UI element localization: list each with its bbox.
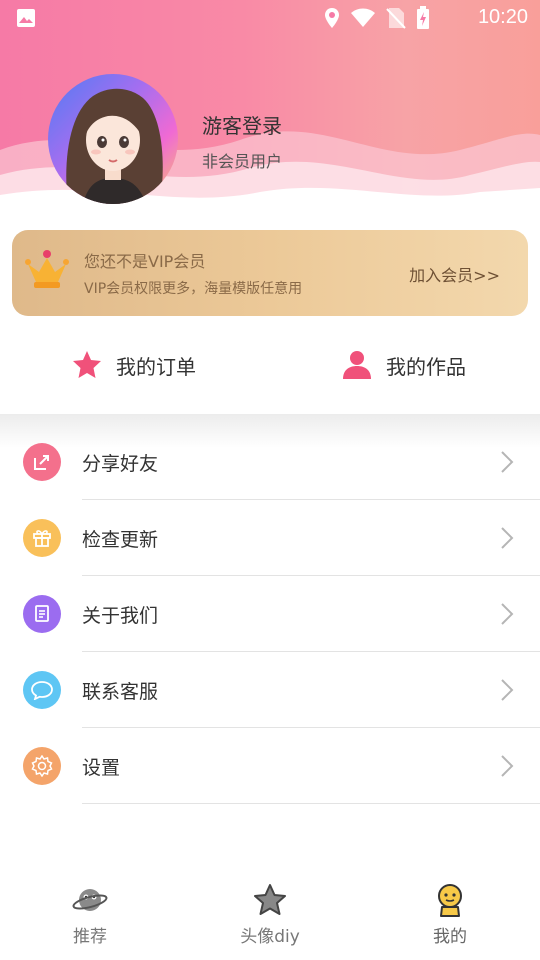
my-orders-label: 我的订单 — [116, 354, 196, 379]
menu-item-check-update[interactable]: 检查更新 — [0, 500, 540, 576]
settings-menu: 分享好友 检查更新 关于我们 联系客服 设置 — [0, 424, 540, 804]
planet-icon — [72, 889, 108, 911]
share-icon — [23, 443, 61, 481]
vip-subtitle: VIP会员权限更多，海量模版任意用 — [84, 281, 303, 297]
tab-mine[interactable]: 我的 — [360, 870, 540, 960]
wifi-icon — [351, 8, 375, 27]
my-orders-button[interactable]: 我的订单 — [72, 350, 196, 380]
gift-icon — [23, 519, 61, 557]
status-icons — [324, 6, 430, 30]
join-vip-button[interactable]: 加入会员>> — [409, 262, 500, 286]
star-icon — [73, 351, 101, 378]
chevron-right-icon — [501, 755, 514, 777]
quick-actions: 我的订单 我的作品 — [0, 330, 540, 406]
profile-header: 10:20 游客登录 非会员用户 — [0, 0, 540, 230]
status-bar: 10:20 — [0, 0, 540, 36]
emoji-face-icon — [438, 884, 462, 917]
membership-status: 非会员用户 — [202, 152, 283, 171]
tab-avatar-diy[interactable]: 头像diy — [180, 870, 360, 960]
chevron-right-icon — [501, 603, 514, 625]
person-icon — [343, 351, 371, 379]
login-link[interactable]: 游客登录 — [202, 110, 282, 139]
bottom-navigation: 推荐 头像diy 我的 — [0, 870, 540, 960]
menu-item-settings[interactable]: 设置 — [0, 728, 540, 804]
menu-item-about[interactable]: 关于我们 — [0, 576, 540, 652]
menu-item-label: 检查更新 — [82, 529, 159, 551]
menu-item-customer-service[interactable]: 联系客服 — [0, 652, 540, 728]
vip-banner[interactable]: 您还不是VIP会员 VIP会员权限更多，海量模版任意用 加入会员>> — [12, 230, 528, 316]
battery-charging-icon — [417, 6, 429, 29]
menu-item-label: 关于我们 — [82, 605, 159, 627]
avatar-girl-illustration — [66, 88, 163, 204]
document-icon — [23, 595, 61, 633]
menu-item-share[interactable]: 分享好友 — [0, 424, 540, 500]
chevron-right-icon — [501, 527, 514, 549]
divider — [82, 803, 540, 804]
chevron-right-icon — [501, 679, 514, 701]
tab-label: 我的 — [433, 927, 467, 947]
menu-item-label: 联系客服 — [82, 681, 159, 703]
my-works-button[interactable]: 我的作品 — [342, 350, 466, 380]
location-icon — [325, 8, 339, 28]
gear-icon — [23, 747, 61, 785]
my-works-label: 我的作品 — [386, 354, 466, 379]
chevron-right-icon — [501, 451, 514, 473]
menu-item-label: 设置 — [82, 757, 121, 779]
vip-title: 您还不是VIP会员 — [84, 252, 206, 271]
tab-label: 推荐 — [73, 927, 107, 947]
menu-item-label: 分享好友 — [82, 453, 159, 475]
avatar[interactable] — [48, 74, 178, 204]
status-time: 10:20 — [477, 6, 528, 28]
tab-label: 头像diy — [240, 927, 300, 947]
chat-icon — [23, 671, 61, 709]
tab-recommend[interactable]: 推荐 — [0, 870, 180, 960]
no-sim-icon — [386, 8, 406, 29]
gallery-notification-icon — [17, 9, 35, 27]
crown-icon — [25, 250, 69, 288]
star-outline-icon — [254, 884, 286, 915]
